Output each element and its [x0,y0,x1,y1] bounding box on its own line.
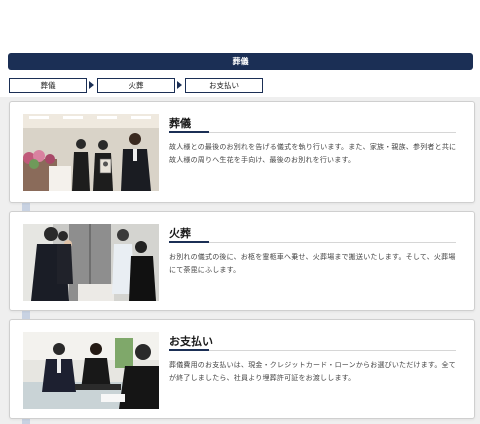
section-card-cremation: 火葬 お別れの儀式の後に、お柩を霊柩車へ乗せ、火葬場まで搬送いたします。そして、… [9,211,475,311]
section-title: お支払い [169,335,213,348]
title-divider [169,241,456,243]
section-description: 故人様との最後のお別れを告げる儀式を執り行います。また、家族・親族、参列者と共に… [169,143,457,164]
arrow-right-icon [177,81,182,89]
section-description: 葬儀費用のお支払いは、現金・クレジットカード・ローンからお選びいただけます。全て… [169,361,456,382]
step-funeral[interactable]: 葬儀 [9,78,87,93]
step-cremation[interactable]: 火葬 [97,78,175,93]
section-card-payment: お支払い 葬儀費用のお支払いは、現金・クレジットカード・ローンからお選びいただけ… [9,319,475,419]
page-title-bar: 葬儀 [8,53,473,70]
arrow-right-icon [89,81,94,89]
step-label: 葬儀 [40,81,56,90]
section-description: お別れの儀式の後に、お柩を霊柩車へ乗せ、火葬場まで搬送いたします。そして、火葬場… [169,253,456,274]
section-title: 葬儀 [169,117,191,130]
cremation-photo [23,224,159,301]
payment-photo [23,332,159,409]
page-title: 葬儀 [232,57,249,66]
step-navigation: 葬儀 火葬 お支払い [9,78,269,93]
section-card-funeral: 葬儀 故人様との最後のお別れを告げる儀式を執り行います。また、家族・親族、参列者… [9,101,475,203]
step-label: 火葬 [128,81,144,90]
step-label: お支払い [209,81,239,90]
step-payment[interactable]: お支払い [185,78,263,93]
title-divider [169,349,456,351]
title-divider [169,131,456,133]
funeral-photo [23,114,159,191]
section-title: 火葬 [169,227,191,240]
